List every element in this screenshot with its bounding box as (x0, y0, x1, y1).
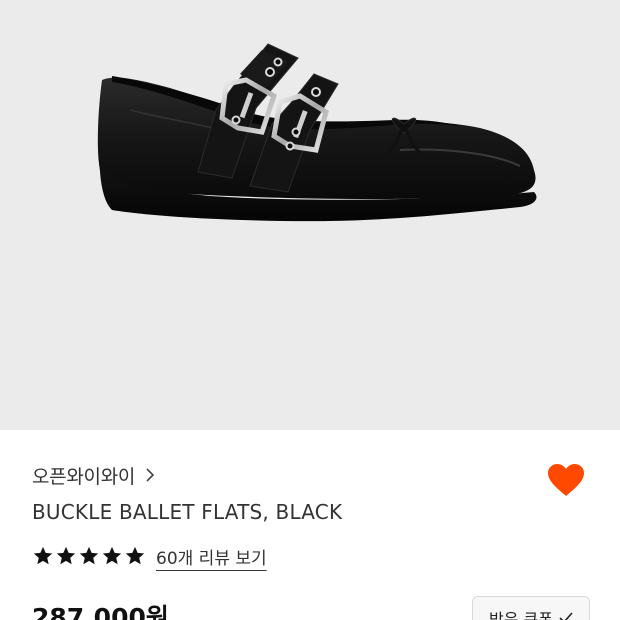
review-link[interactable]: 60개 리뷰 보기 (156, 544, 267, 569)
product-name: BUCKLE BALLET FLATS, BLACK (32, 500, 343, 524)
star-icon (125, 546, 145, 565)
chevron-right-icon (143, 468, 157, 482)
star-icon (33, 546, 53, 565)
star-rating (32, 545, 146, 567)
brand-name: 오픈와이와이 (32, 465, 136, 488)
rating-row: 60개 리뷰 보기 (32, 542, 267, 570)
product-info: 오픈와이와이 BUCKLE BALLET FLATS, BLACK 60개 리뷰… (0, 430, 620, 620)
heart-icon[interactable] (546, 462, 586, 498)
brand-link[interactable]: 오픈와이와이 (32, 460, 157, 490)
price: 287,000원 (32, 603, 169, 620)
check-icon (559, 609, 573, 620)
star-icon (79, 546, 99, 565)
star-icon (102, 546, 122, 565)
coupon-label: 받은 쿠폰 (489, 610, 553, 620)
coupon-button[interactable]: 받은 쿠폰 (472, 596, 590, 620)
star-icon (56, 546, 76, 565)
product-image[interactable] (0, 0, 620, 430)
shoe-image (97, 43, 537, 222)
